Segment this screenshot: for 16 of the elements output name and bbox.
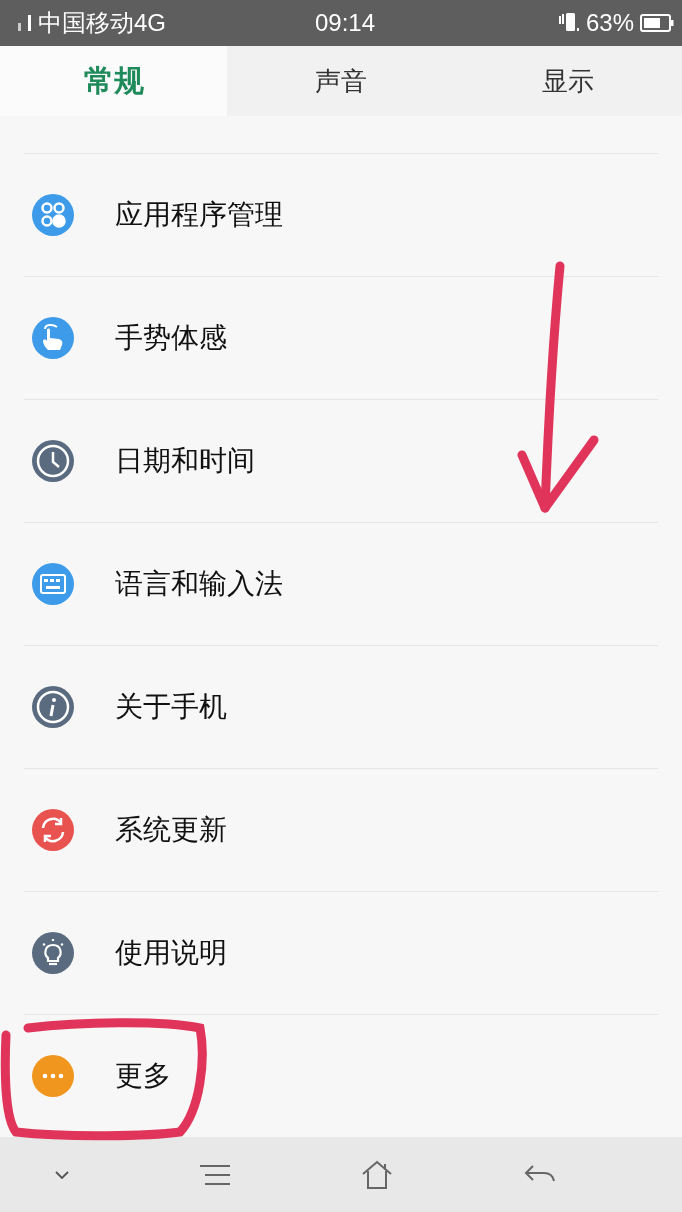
settings-item[interactable]: 应用程序管理 [24,153,658,277]
settings-item[interactable]: 日期和时间 [24,399,658,523]
settings-item[interactable]: 系统更新 [24,768,658,892]
menu-icon[interactable] [199,1163,231,1186]
signal-icon [16,13,32,34]
settings-item[interactable]: 使用说明 [24,891,658,1015]
battery-icon [640,14,674,33]
settings-item[interactable]: 关于手机 [24,645,658,769]
settings-item[interactable]: 语言和输入法 [24,522,658,646]
home-icon[interactable] [361,1159,393,1190]
battery-text: 63% [585,9,634,38]
tab[interactable]: 常规 [0,46,228,117]
clock-text: 09:14 [314,9,376,38]
settings-item[interactable]: 手势体感 [24,276,658,400]
chevron-down-icon[interactable] [55,1170,69,1179]
carrier-text: 中国移动4G [38,8,166,39]
